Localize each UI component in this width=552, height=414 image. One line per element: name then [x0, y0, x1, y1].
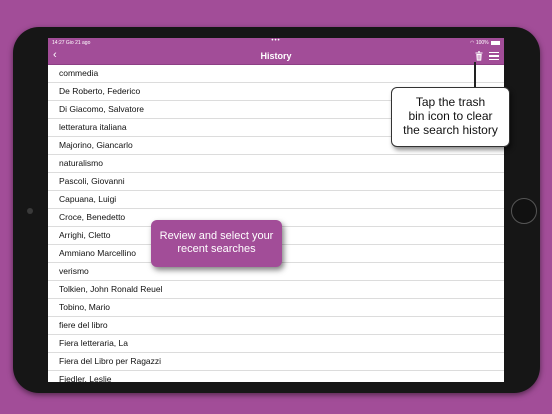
- camera: [27, 208, 33, 214]
- history-item[interactable]: commedia: [48, 65, 504, 83]
- history-item[interactable]: Fiera letteraria, La: [48, 335, 504, 353]
- status-battery: ◠ 100%: [470, 40, 500, 46]
- history-item[interactable]: Pascoli, Giovanni: [48, 173, 504, 191]
- history-item[interactable]: naturalismo: [48, 155, 504, 173]
- nav-bar: ‹ History: [48, 47, 504, 65]
- trash-callout: Tap the trash bin icon to clear the sear…: [391, 87, 510, 147]
- history-item[interactable]: Tolkien, John Ronald Reuel: [48, 281, 504, 299]
- page-title: History: [260, 51, 292, 61]
- history-item[interactable]: Fiedler, Leslie: [48, 371, 504, 382]
- history-item[interactable]: Fiera del Libro per Ragazzi: [48, 353, 504, 371]
- history-item[interactable]: Capuana, Luigi: [48, 191, 504, 209]
- status-bar: 14:27 Gio 21 ago ••• ◠ 100%: [48, 38, 504, 47]
- review-callout-line-2: recent searches: [177, 243, 256, 255]
- trash-callout-line-2: bin icon to clear: [408, 109, 493, 123]
- callout-pointer-line: [474, 62, 476, 88]
- history-item[interactable]: fiere del libro: [48, 317, 504, 335]
- review-callout-line-1: Review and select your: [159, 230, 274, 242]
- hamburger-menu-icon[interactable]: [489, 52, 499, 60]
- battery-level: 100%: [475, 40, 489, 46]
- ipad-frame: 14:27 Gio 21 ago ••• ◠ 100% ‹ History co…: [13, 27, 540, 393]
- home-button[interactable]: [511, 198, 537, 224]
- review-callout: Review and select your recent searches: [151, 220, 282, 267]
- battery-icon: [491, 40, 500, 45]
- trash-icon[interactable]: [475, 51, 483, 61]
- trash-callout-line-1: Tap the trash: [415, 95, 486, 109]
- status-dots: •••: [271, 38, 281, 44]
- trash-callout-line-3: the search history: [403, 123, 498, 137]
- status-time-date: 14:27 Gio 21 ago: [52, 40, 91, 46]
- history-item[interactable]: Tobino, Mario: [48, 299, 504, 317]
